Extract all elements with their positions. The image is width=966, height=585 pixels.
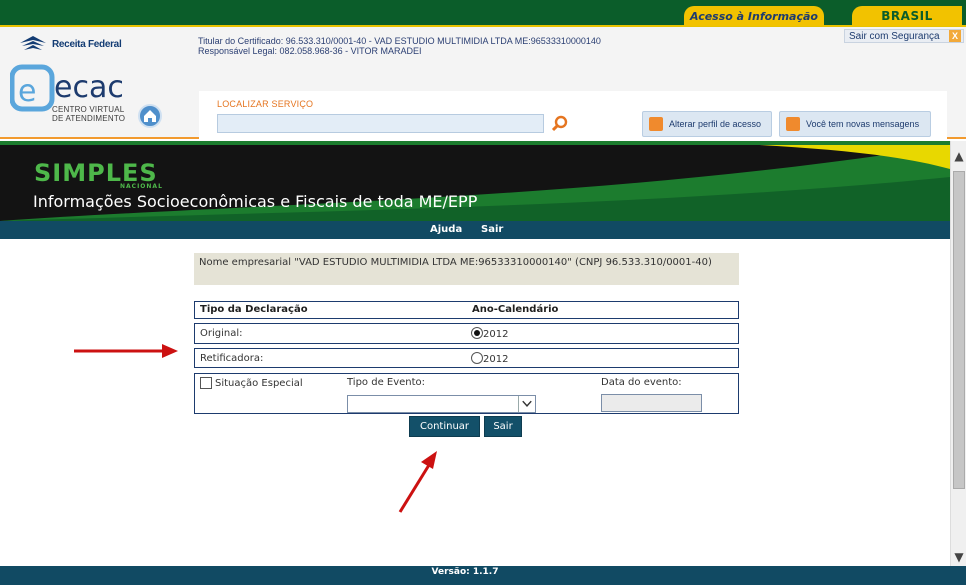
footer-strip (950, 566, 966, 585)
ecac-sub-line2: DE ATENDIMENTO (52, 114, 126, 123)
ecac-header: Receita Federal Titular do Certificado: … (0, 27, 966, 139)
sair-button[interactable]: Sair (484, 416, 522, 437)
alterar-perfil-button[interactable]: Alterar perfil de acesso (642, 111, 772, 137)
search-label: LOCALIZAR SERVIÇO (217, 99, 314, 109)
tipo-evento-label: Tipo de Evento: (347, 377, 426, 388)
ecac-subtitle: CENTRO VIRTUAL DE ATENDIMENTO (52, 105, 125, 123)
declaracao-header: Tipo da Declaração Ano-Calendário (194, 301, 739, 319)
ecac-page: { "gov_bar": { "acesso": "Acesso à Infor… (0, 0, 966, 585)
sair-seguranca-label: Sair com Segurança (849, 30, 940, 42)
tipo-declaracao-header: Tipo da Declaração (200, 304, 308, 315)
scroll-up-icon[interactable]: ▲ (952, 149, 966, 163)
home-icon[interactable] (138, 104, 162, 128)
situacao-especial-row: Situação Especial Tipo de Evento: Data d… (194, 373, 739, 414)
ano-calendario-header: Ano-Calendário (472, 304, 559, 315)
situacao-especial-checkbox[interactable] (200, 377, 212, 389)
cert-titular: Titular do Certificado: 96.533.310/0001-… (198, 36, 601, 46)
brasil-link[interactable]: BRASIL (852, 6, 962, 26)
continuar-button[interactable]: Continuar (409, 416, 480, 437)
dropdown-arrow-icon[interactable] (518, 396, 535, 412)
ecac-logo-text: ecac (54, 70, 122, 105)
search-input[interactable] (217, 114, 544, 133)
alterar-perfil-label: Alterar perfil de acesso (669, 119, 762, 129)
perfil-icon (649, 117, 663, 131)
scroll-down-icon[interactable]: ▼ (952, 550, 966, 564)
retificadora-radio[interactable] (471, 352, 483, 364)
retificadora-label: Retificadora: (200, 353, 264, 364)
menu-bar: Ajuda Sair (0, 221, 950, 239)
data-evento-input[interactable] (601, 394, 702, 412)
gov-bar: Acesso à Informação BRASIL (0, 0, 966, 27)
svg-text:e: e (18, 74, 36, 109)
scrollbar[interactable]: ▲ ▼ (950, 141, 966, 566)
mail-icon (786, 117, 800, 131)
receita-federal-text: Receita Federal (52, 38, 122, 50)
certificate-info: Titular do Certificado: 96.533.310/0001-… (198, 36, 601, 56)
declaracao-original-row: Original: 2012 (194, 323, 739, 344)
arrow-to-retificadora (74, 344, 178, 358)
scroll-thumb[interactable] (953, 171, 965, 489)
version-label: Versão: 1.1.7 (431, 567, 499, 577)
arrow-to-continuar (398, 451, 437, 513)
simples-banner: SIMPLES NACIONAL Informações Socioeconôm… (0, 141, 950, 221)
data-evento-label: Data do evento: (601, 377, 682, 388)
mensagens-label: Você tem novas mensagens (806, 119, 920, 129)
original-radio[interactable] (471, 327, 483, 339)
search-icon[interactable] (550, 114, 570, 134)
menu-sair-link[interactable]: Sair (481, 224, 503, 235)
receita-emblem-icon (20, 36, 46, 50)
retificadora-year: 2012 (483, 354, 509, 365)
cert-responsavel: Responsável Legal: 082.058.968-36 - VITO… (198, 46, 422, 56)
acesso-informacao-link[interactable]: Acesso à Informação (684, 6, 824, 26)
original-year: 2012 (483, 329, 509, 340)
original-label: Original: (200, 328, 243, 339)
situacao-especial-label: Situação Especial (215, 378, 303, 389)
mensagens-button[interactable]: Você tem novas mensagens (779, 111, 931, 137)
receita-federal-logo: Receita Federal (18, 35, 122, 53)
sair-seguranca-button[interactable]: Sair com Segurança X (844, 29, 964, 43)
page-title: Informações Socioeconômicas e Fiscais de… (33, 192, 478, 211)
nome-empresarial: Nome empresarial "VAD ESTUDIO MULTIMIDIA… (194, 253, 739, 285)
menu-ajuda-link[interactable]: Ajuda (430, 224, 462, 235)
simples-nacional-label: NACIONAL (120, 183, 163, 190)
close-icon[interactable]: X (949, 30, 961, 42)
declaracao-retificadora-row: Retificadora: 2012 (194, 348, 739, 368)
tipo-evento-select[interactable] (347, 395, 536, 413)
ecac-sub-line1: CENTRO VIRTUAL (52, 105, 125, 114)
